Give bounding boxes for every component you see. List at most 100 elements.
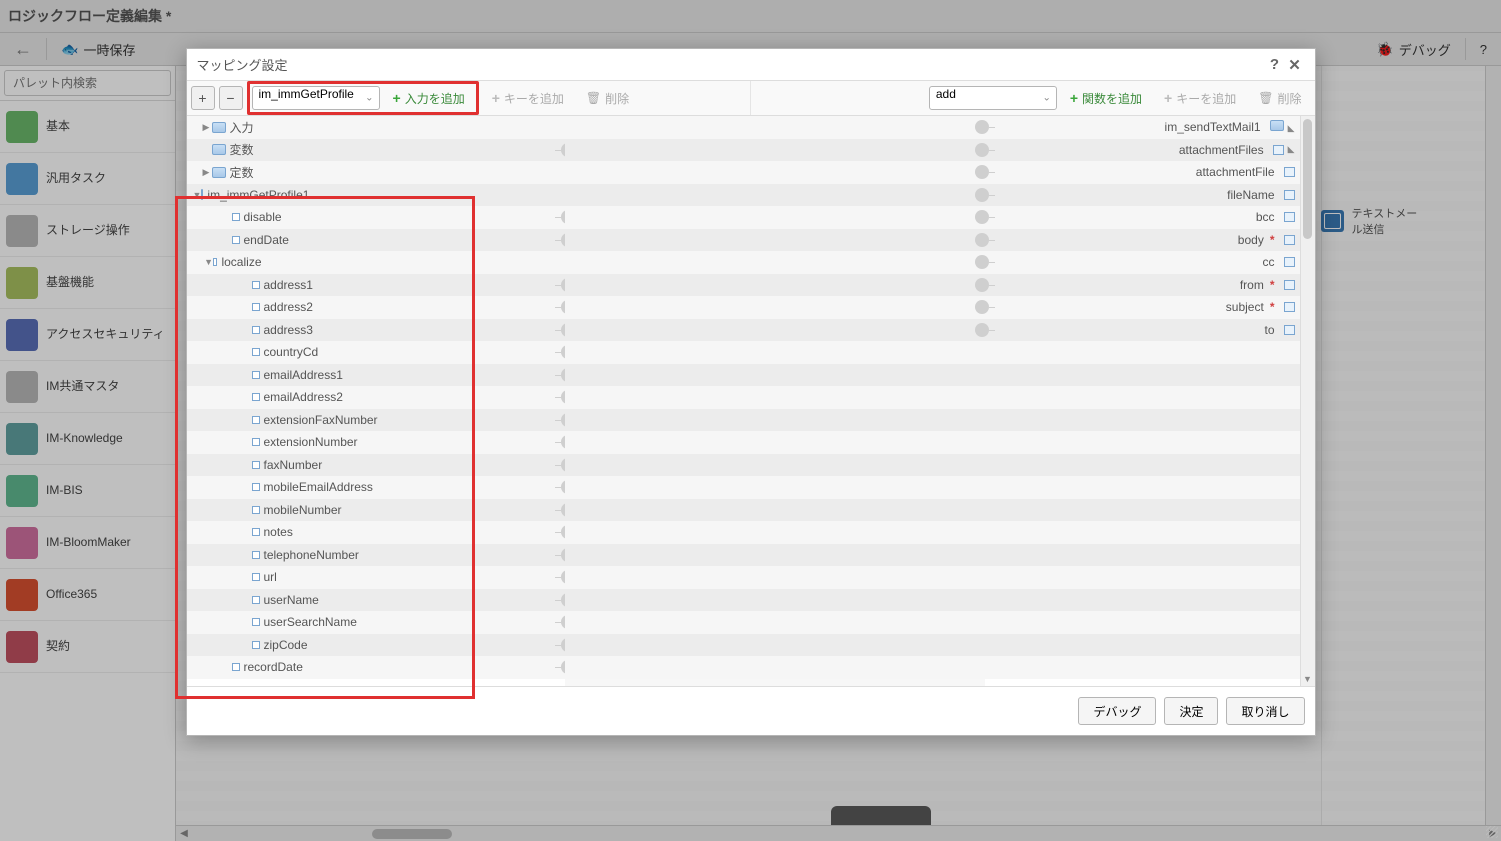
node-name: fileName <box>1227 188 1274 202</box>
tree-row[interactable]: extensionFaxNumber <box>187 409 565 432</box>
add-input-button[interactable]: + 入力を追加 <box>384 86 474 110</box>
leaf-icon <box>252 416 260 424</box>
connector-in[interactable] <box>975 143 989 157</box>
tree-row[interactable]: from * <box>985 274 1315 297</box>
connector-out[interactable] <box>561 615 565 629</box>
tree-row-empty <box>985 634 1315 657</box>
toggle-icon[interactable]: ▼ <box>204 257 213 267</box>
connector-in[interactable] <box>975 120 989 134</box>
scroll-down-icon[interactable]: ▼ <box>1301 674 1315 684</box>
right-select[interactable]: add ⌄ <box>929 86 1057 110</box>
tree-row[interactable]: fileName <box>985 184 1315 207</box>
connector-in[interactable] <box>975 188 989 202</box>
toggle-icon[interactable]: ▶ <box>201 122 212 133</box>
delete-right-button[interactable]: 🗑 削除 <box>1249 86 1310 110</box>
tree-row[interactable]: subject * <box>985 296 1315 319</box>
connector-out[interactable] <box>561 390 565 404</box>
tree-row[interactable]: emailAddress1 <box>187 364 565 387</box>
connector-out[interactable] <box>561 323 565 337</box>
type-icon <box>1284 235 1295 245</box>
required-mark: * <box>1270 278 1275 292</box>
connector-in[interactable] <box>975 300 989 314</box>
connector-in[interactable] <box>975 233 989 247</box>
tree-row[interactable]: notes <box>187 521 565 544</box>
connector-in[interactable] <box>975 165 989 179</box>
connector-out[interactable] <box>561 570 565 584</box>
connector-out[interactable] <box>561 278 565 292</box>
node-name: localize <box>221 255 261 269</box>
tree-row[interactable]: body * <box>985 229 1315 252</box>
resize-handle[interactable] <box>1486 826 1498 838</box>
map-row <box>565 161 985 184</box>
connector-out[interactable] <box>561 593 565 607</box>
tree-row[interactable]: mobileEmailAddress <box>187 476 565 499</box>
connector-out[interactable] <box>561 503 565 517</box>
tree-row[interactable]: recordDate <box>187 656 565 679</box>
tree-row[interactable]: userSearchName <box>187 611 565 634</box>
toggle-icon[interactable]: ▼ <box>193 190 202 200</box>
tree-row[interactable]: bcc <box>985 206 1315 229</box>
tree-row[interactable]: address3 <box>187 319 565 342</box>
connector-out[interactable] <box>561 300 565 314</box>
plus-icon: + <box>393 90 401 106</box>
tree-row[interactable]: extensionNumber <box>187 431 565 454</box>
tree-row[interactable]: address1 <box>187 274 565 297</box>
connector-in[interactable] <box>975 255 989 269</box>
connector-in[interactable] <box>975 323 989 337</box>
footer-cancel-button[interactable]: 取り消し <box>1226 697 1304 725</box>
toggle-icon[interactable]: ◣ <box>1288 144 1295 155</box>
leaf-icon <box>252 371 260 379</box>
footer-debug-button[interactable]: デバッグ <box>1078 697 1156 725</box>
right-vscroll[interactable]: ▼ <box>1300 116 1315 686</box>
tree-row[interactable]: to <box>985 319 1315 342</box>
add-function-button[interactable]: + 関数を追加 <box>1061 86 1151 110</box>
tree-row[interactable]: userName <box>187 589 565 612</box>
leaf-icon <box>252 281 260 289</box>
tree-row[interactable]: telephoneNumber <box>187 544 565 567</box>
tree-row[interactable]: faxNumber <box>187 454 565 477</box>
delete-left-button[interactable]: 🗑 削除 <box>577 86 638 110</box>
leaf-icon <box>213 258 217 266</box>
connector-out[interactable] <box>561 638 565 652</box>
leaf-icon <box>252 528 260 536</box>
tree-row[interactable]: attachmentFiles ◣ <box>985 139 1315 162</box>
tree-row[interactable]: countryCd <box>187 341 565 364</box>
footer-ok-button[interactable]: 決定 <box>1164 697 1218 725</box>
connector-out[interactable] <box>561 435 565 449</box>
toggle-icon[interactable]: ◣ <box>1288 123 1295 133</box>
tree-row[interactable]: ▼ localize <box>187 251 565 274</box>
node-name: attachmentFile <box>1196 165 1275 179</box>
modal-help-button[interactable]: ? <box>1265 56 1285 73</box>
leaf-icon <box>252 326 260 334</box>
expand-all-button[interactable]: + <box>191 86 215 110</box>
add-key-left-button[interactable]: + キーを追加 <box>483 86 573 110</box>
collapse-all-button[interactable]: − <box>219 86 243 110</box>
connector-out[interactable] <box>561 413 565 427</box>
tree-row[interactable]: mobileNumber <box>187 499 565 522</box>
left-select[interactable]: im_immGetProfile ⌄ <box>252 86 380 110</box>
node-name: extensionNumber <box>264 435 358 449</box>
connector-out[interactable] <box>561 660 565 674</box>
modal-close-button[interactable]: ✕ <box>1285 56 1305 74</box>
tree-row[interactable]: attachmentFile <box>985 161 1315 184</box>
tree-row[interactable]: zipCode <box>187 634 565 657</box>
node-name: userSearchName <box>264 615 357 629</box>
toggle-icon[interactable]: ▶ <box>201 167 212 178</box>
connector-in[interactable] <box>975 278 989 292</box>
add-key-right-button[interactable]: + キーを追加 <box>1155 86 1245 110</box>
tree-row[interactable]: url <box>187 566 565 589</box>
tree-row[interactable]: im_sendTextMail1 ◣ <box>985 116 1315 139</box>
plus-icon: + <box>1070 90 1078 106</box>
tree-row[interactable]: emailAddress2 <box>187 386 565 409</box>
tree-row[interactable]: cc <box>985 251 1315 274</box>
tree-row[interactable]: address2 <box>187 296 565 319</box>
connector-out[interactable] <box>561 525 565 539</box>
connector-out[interactable] <box>561 458 565 472</box>
connector-out[interactable] <box>561 368 565 382</box>
connector-out[interactable] <box>561 480 565 494</box>
connector-out[interactable] <box>561 345 565 359</box>
mapping-canvas[interactable] <box>565 116 985 686</box>
connector-in[interactable] <box>975 210 989 224</box>
scroll-thumb[interactable] <box>1303 119 1312 239</box>
connector-out[interactable] <box>561 548 565 562</box>
